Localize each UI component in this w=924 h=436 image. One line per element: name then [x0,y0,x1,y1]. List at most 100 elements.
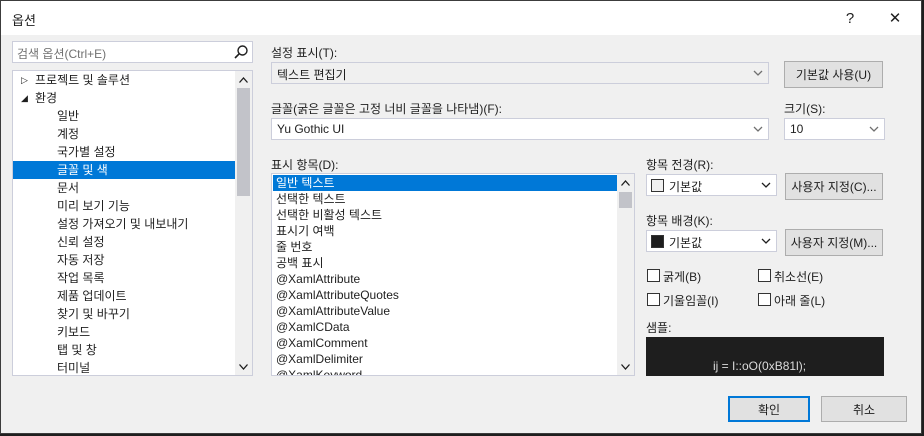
tree-item-label: 프로젝트 및 솔루션 [35,73,130,87]
tree-item-label: 글꼴 및 색 [57,163,108,177]
tree-item[interactable]: 제품 업데이트 [13,287,235,305]
item-foreground-value: 기본값 [669,180,703,194]
help-icon: ? [845,9,855,27]
tree-item-label: 터미널 [57,361,91,375]
tree-item[interactable]: 계정 [13,125,235,143]
display-items-scroll-thumb[interactable] [619,192,632,208]
size-value: 10 [790,122,804,136]
tree-item[interactable]: 일반 [13,107,235,125]
display-item[interactable]: @XamlCData [273,319,617,335]
title-bar: 옵션 ? ✕ [1,1,921,35]
strikethrough-checkbox[interactable] [758,269,771,282]
tree-item[interactable]: ◢ 환경 [13,89,235,107]
tree-item[interactable]: 찾기 및 바꾸기 [13,305,235,323]
size-label: 크기(S): [784,102,826,116]
tree-item-label: 국가별 설정 [57,145,116,159]
display-items-list[interactable]: 일반 텍스트 선택한 텍스트 선택한 비활성 텍스트 표시기 여백 줄 번호 공백 표시 @… [271,173,635,376]
chevron-down-icon [869,126,879,132]
display-item[interactable]: @XamlAttributeValue [273,303,617,319]
tree-item-label: 환경 [35,91,58,105]
dialog-title: 옵션 [12,13,36,28]
options-tree[interactable]: ▷ 프로젝트 및 솔루션 ◢ 환경일반계정국가별 설정글꼴 및 색문서미리 보기 기능… [12,70,253,376]
display-item[interactable]: @XamlAttribute [273,271,617,287]
display-item[interactable]: 선택한 텍스트 [273,191,617,207]
tree-item[interactable]: 탭 및 창 [13,341,235,359]
item-foreground-label: 항목 전경(R): [646,158,714,172]
tree-item-label: 미리 보기 기능 [57,199,130,213]
tree-item-label: 제품 업데이트 [57,289,127,303]
display-item[interactable]: @XamlDelimiter [273,351,617,367]
display-item[interactable]: @XamlAttributeQuotes [273,287,617,303]
display-item[interactable]: 표시기 여백 [273,223,617,239]
tree-item-label: 신뢰 설정 [57,235,105,249]
tree-item-label: 찾기 및 바꾸기 [57,307,130,321]
search-options-field[interactable]: 검색 옵션(Ctrl+E) [12,41,253,63]
foreground-custom-button[interactable]: 사용자 지정(C)... [785,173,883,200]
bold-checkbox[interactable] [647,269,660,282]
background-custom-button[interactable]: 사용자 지정(M)... [785,229,883,256]
scroll-down-icon[interactable] [617,358,634,375]
tree-item-label: 탭 및 창 [57,343,97,357]
close-button[interactable]: ✕ [872,1,918,35]
item-background-value: 기본값 [669,236,703,250]
display-item[interactable]: 선택한 비활성 텍스트 [273,207,617,223]
display-item[interactable]: 일반 텍스트 [273,175,617,191]
tree-item[interactable]: 신뢰 설정 [13,233,235,251]
tree-scroll-thumb[interactable] [237,88,250,196]
strikethrough-label: 취소선(E) [774,270,824,284]
font-value: Yu Gothic UI [277,122,345,136]
underline-checkbox[interactable] [758,293,771,306]
foreground-color-swatch [651,179,664,192]
scroll-up-icon[interactable] [235,71,252,88]
expand-arrow-icon[interactable]: ▷ [21,71,28,89]
item-background-label: 항목 배경(K): [646,214,713,228]
tree-item[interactable]: 터미널 [13,359,235,375]
bold-label: 굵게(B) [663,270,702,284]
ok-button[interactable]: 확인 [728,396,810,422]
font-combo[interactable]: Yu Gothic UI [271,118,769,140]
show-settings-combo[interactable]: 텍스트 편집기 [271,62,769,84]
tree-item[interactable]: 국가별 설정 [13,143,235,161]
scroll-up-icon[interactable] [617,174,634,191]
tree-item[interactable]: 자동 저장 [13,251,235,269]
display-items-scrollbar[interactable] [617,174,634,375]
show-settings-label: 설정 표시(T): [271,46,338,60]
tree-item[interactable]: 설정 가져오기 및 내보내기 [13,215,235,233]
close-icon: ✕ [888,10,902,27]
tree-item[interactable]: 문서 [13,179,235,197]
tree-item-label: 설정 가져오기 및 내보내기 [57,217,189,231]
help-button[interactable]: ? [827,1,873,35]
use-defaults-button[interactable]: 기본값 사용(U) [784,61,883,88]
tree-item[interactable]: 글꼴 및 색 [13,161,235,179]
sample-label: 샘플: [646,321,672,335]
tree-item[interactable]: 키보드 [13,323,235,341]
italic-label: 기울임꼴(I) [663,294,719,308]
tree-item-label: 일반 [57,109,80,123]
tree-item[interactable]: 작업 목록 [13,269,235,287]
display-item[interactable]: @XamlComment [273,335,617,351]
display-item[interactable]: @XamlKeyword [273,367,617,375]
chevron-down-icon [761,182,771,188]
font-label: 글꼴(굵은 글꼴은 고정 너비 글꼴을 나타냄)(F): [271,102,502,116]
display-item[interactable]: 공백 표시 [273,255,617,271]
tree-item-label: 키보드 [57,325,91,339]
chevron-down-icon [761,238,771,244]
tree-scrollbar[interactable] [235,71,252,375]
tree-item[interactable]: ▷ 프로젝트 및 솔루션 [13,71,235,89]
options-dialog: 옵션 ? ✕ 검색 옵션(Ctrl+E) ▷ 프로젝트 및 솔루션 ◢ 환경일반계정국… [0,0,922,434]
display-items-label: 표시 항목(D): [271,158,339,172]
tree-item-label: 작업 목록 [57,271,105,285]
tree-item-label: 자동 저장 [57,253,105,267]
size-combo[interactable]: 10 [784,118,885,140]
search-icon[interactable] [232,43,250,61]
item-foreground-combo[interactable]: 기본값 [646,174,777,196]
show-settings-value: 텍스트 편집기 [277,68,347,82]
collapse-arrow-icon[interactable]: ◢ [21,89,28,107]
cancel-button[interactable]: 취소 [821,396,907,422]
display-item[interactable]: 줄 번호 [273,239,617,255]
item-background-combo[interactable]: 기본값 [646,230,777,252]
italic-checkbox[interactable] [647,293,660,306]
tree-item[interactable]: 미리 보기 기능 [13,197,235,215]
scroll-down-icon[interactable] [235,358,252,375]
search-placeholder: 검색 옵션(Ctrl+E) [17,47,107,61]
